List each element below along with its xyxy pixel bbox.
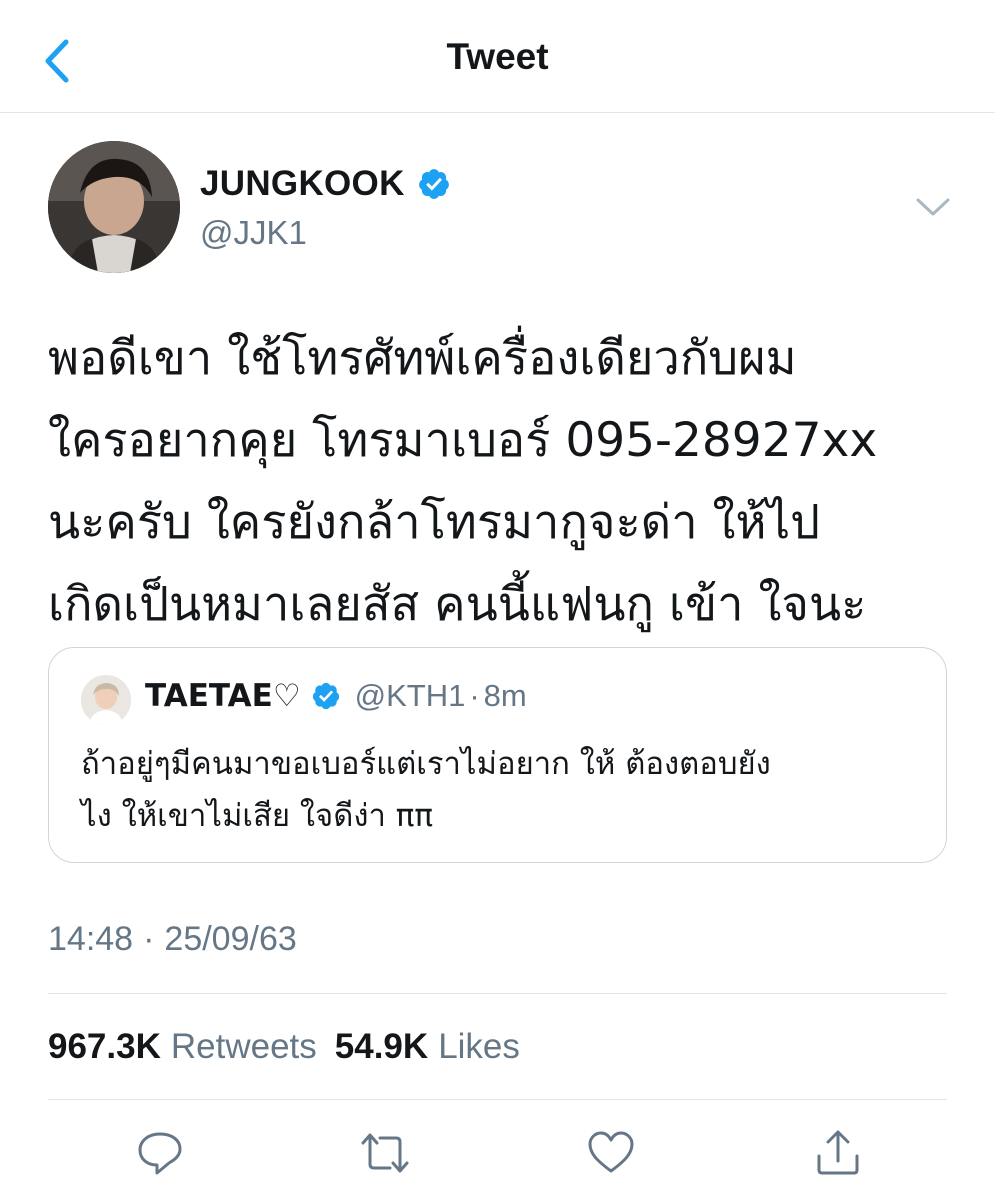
quoted-author-handle: @KTH1 [354,678,466,713]
tweet-stats: 967.3K Retweets 54.9K Likes [48,1027,538,1067]
author-avatar[interactable] [48,141,180,273]
quoted-tweet-card[interactable]: TAETAE♡ @KTH1 · 8m ถ้าอยู่ๆมีคนมาขอเบอร์… [48,647,947,863]
page-title: Tweet [446,36,549,77]
tweet-text-line: ใครอยากคุย โทรมาเบอร์ 095-28927xx [48,413,878,468]
quoted-tweet-text: ถ้าอยู่ๆมีคนมาขอเบอร์แต่เราไม่อยาก ให้ ต… [81,738,931,842]
verified-badge-icon [418,169,449,199]
likes-count[interactable]: 54.9K Likes [335,1027,520,1067]
tweet-timestamp: 14:48 · 25/09/63 [48,920,297,959]
avatar-image [81,675,131,725]
retweets-count[interactable]: 967.3K Retweets [48,1027,317,1067]
reply-button[interactable] [135,1128,185,1178]
tweet-time: 14:48 [48,920,134,958]
tweet-text: พอดีเขา ใช้โทรศัทพ์เครื่องเดียวกับผม ใคร… [48,318,968,646]
divider [48,1099,947,1100]
top-bar: Tweet [0,0,995,113]
quoted-tweet-text-line: ถ้าอยู่ๆมีคนมาขอเบอร์แต่เราไม่อยาก ให้ ต… [81,746,771,782]
like-icon [588,1131,634,1173]
quoted-author-name: TAETAE♡ [145,678,301,714]
chevron-down-icon [916,198,950,216]
quoted-tweet-time: 8m [483,678,527,713]
likes-label: Likes [438,1027,520,1066]
retweet-icon [361,1133,409,1173]
tweet-date: 25/09/63 [164,920,297,958]
separator-dot: · [469,678,480,713]
more-options-button[interactable] [912,192,954,222]
share-button[interactable] [813,1128,863,1178]
quoted-tweet-text-line: ไง ให้เขาไม่เสีย ใจดีง่า ππ [81,798,434,834]
retweet-button[interactable] [360,1128,410,1178]
divider [48,993,947,994]
likes-value: 54.9K [334,1027,429,1066]
tweet-text-line: พอดีเขา ใช้โทรศัทพ์เครื่องเดียวกับผม [48,331,797,386]
reply-icon [138,1132,182,1175]
retweets-value: 967.3K [48,1027,161,1066]
author-name[interactable]: JUNGKOOK [200,164,451,204]
tweet-text-line: เกิดเป็นหมาเลยสัส คนนี้แฟนกู เข้า ใจนะ [48,577,867,632]
tweet-text-line: นะครับ ใครยังกล้าโทรมากูจะด่า ให้ไป [48,495,820,550]
author-name-text: JUNGKOOK [200,164,405,203]
avatar-image [48,141,180,273]
separator-dot: · [143,920,155,958]
like-button[interactable] [586,1128,636,1178]
share-icon [817,1130,859,1175]
verified-badge-icon [312,682,339,710]
retweets-label: Retweets [170,1027,317,1066]
quoted-author-avatar [81,675,131,725]
quoted-tweet-header: TAETAE♡ @KTH1 · 8m [145,678,527,714]
author-handle[interactable]: @JJK1 [200,214,307,252]
